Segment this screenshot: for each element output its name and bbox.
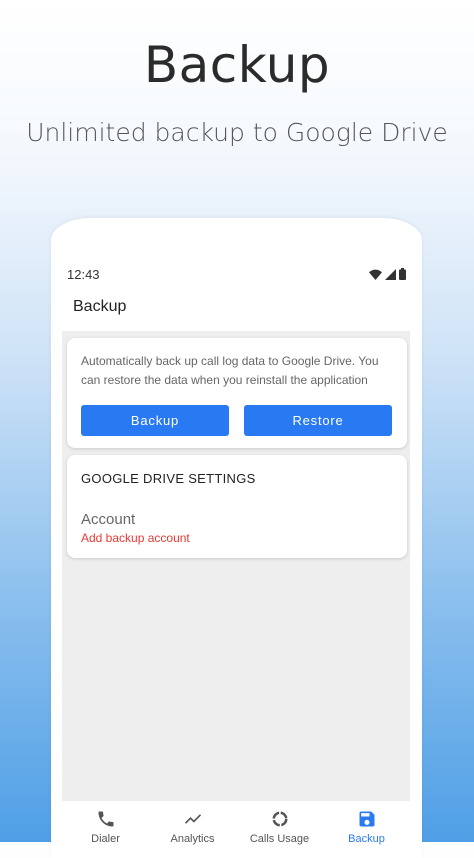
backup-description: Automatically back up call log data to G…	[81, 354, 379, 387]
signal-icon	[385, 268, 396, 280]
nav-label-backup: Backup	[348, 833, 385, 845]
battery-icon	[399, 268, 406, 280]
nav-item-calls-usage[interactable]: Calls Usage	[236, 801, 323, 858]
promo-subtitle: Unlimited backup to Google Drive	[26, 118, 448, 147]
drive-settings-header: GOOGLE DRIVE SETTINGS	[81, 471, 256, 486]
nav-label-dialer: Dialer	[91, 833, 120, 845]
add-backup-account-link[interactable]: Add backup account	[81, 531, 190, 545]
promo-title: Backup	[143, 36, 331, 94]
status-bar: 12:43	[67, 264, 406, 284]
donut-icon	[272, 811, 287, 827]
nav-item-dialer[interactable]: Dialer	[62, 801, 149, 858]
save-icon	[359, 811, 374, 827]
status-time: 12:43	[67, 266, 100, 282]
phone-icon	[98, 811, 113, 827]
bottom-nav: Dialer Analytics Calls Usage Backup	[62, 801, 410, 858]
nav-label-calls-usage: Calls Usage	[249, 833, 310, 845]
backup-button[interactable]: Backup	[81, 405, 229, 436]
app-bar-title: Backup	[73, 298, 127, 315]
wifi-icon	[369, 269, 382, 280]
drive-settings-card: GOOGLE DRIVE SETTINGS Account Add backup…	[67, 455, 407, 558]
content-area: Automatically back up call log data to G…	[62, 331, 410, 801]
nav-item-analytics[interactable]: Analytics	[149, 801, 236, 858]
backup-card: Automatically back up call log data to G…	[67, 338, 407, 448]
restore-button[interactable]: Restore	[244, 405, 392, 436]
status-icons	[369, 268, 406, 280]
phone-frame: 12:43 Backup Automatically back up call …	[51, 218, 422, 858]
trend-icon	[184, 814, 201, 824]
account-label: Account	[81, 511, 136, 528]
nav-label-analytics: Analytics	[170, 833, 215, 845]
nav-item-backup[interactable]: Backup	[323, 801, 410, 858]
